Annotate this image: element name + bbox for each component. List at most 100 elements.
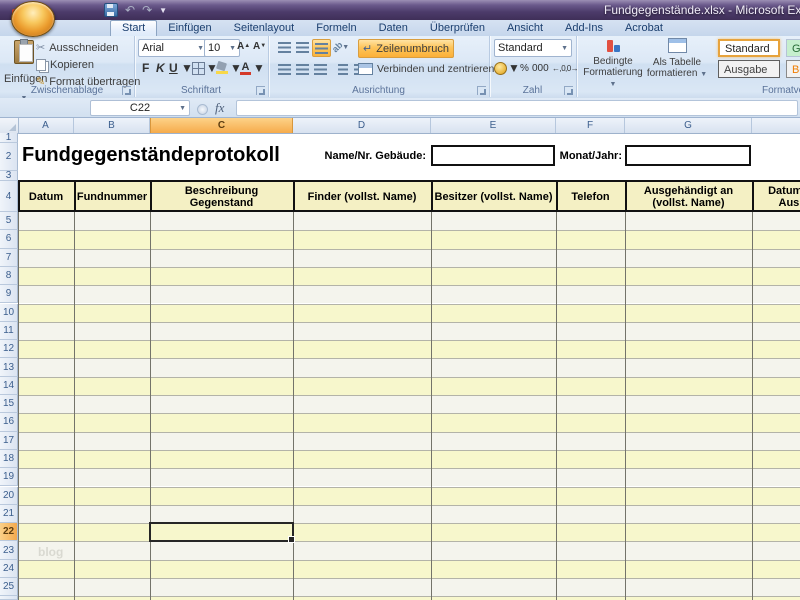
cell-G12[interactable] (625, 340, 752, 358)
cell-G4[interactable] (625, 181, 752, 212)
cell-E10[interactable] (431, 304, 556, 322)
cell-G23[interactable] (625, 541, 752, 559)
cell-A12[interactable] (18, 340, 74, 358)
cell-D5[interactable] (293, 212, 431, 230)
undo-icon[interactable]: ↶ (125, 4, 135, 16)
cell-B22[interactable] (74, 523, 150, 541)
cell-E4[interactable] (431, 181, 556, 212)
row-header-7[interactable]: 7 (0, 249, 18, 267)
cell-H15[interactable] (752, 395, 800, 413)
cell-F11[interactable] (556, 322, 625, 340)
cell-E22[interactable] (431, 523, 556, 541)
cell-E20[interactable] (431, 487, 556, 505)
cell-G18[interactable] (625, 450, 752, 468)
cell-E15[interactable] (431, 395, 556, 413)
cell-H13[interactable] (752, 358, 800, 376)
column-header-H[interactable]: H (752, 118, 800, 133)
clipboard-dialog-launcher-icon[interactable] (122, 86, 131, 95)
cell-F25[interactable] (556, 578, 625, 596)
cell-D7[interactable] (293, 249, 431, 267)
cell-H22[interactable] (752, 523, 800, 541)
cell-G5[interactable] (625, 212, 752, 230)
cell-D12[interactable] (293, 340, 431, 358)
cell-G8[interactable] (625, 267, 752, 285)
cell-H5[interactable] (752, 212, 800, 230)
cell-A20[interactable] (18, 487, 74, 505)
cell-H7[interactable] (752, 249, 800, 267)
cell-G7[interactable] (625, 249, 752, 267)
underline-button[interactable]: U (169, 60, 178, 76)
cell-B11[interactable] (74, 322, 150, 340)
cell-C6[interactable] (150, 230, 293, 248)
cell-D10[interactable] (293, 304, 431, 322)
cell-A21[interactable] (18, 505, 74, 523)
office-button[interactable] (11, 1, 55, 37)
cell-E12[interactable] (431, 340, 556, 358)
cell-B20[interactable] (74, 487, 150, 505)
cell-A11[interactable] (18, 322, 74, 340)
cell-E5[interactable] (431, 212, 556, 230)
tab-daten[interactable]: Daten (368, 20, 419, 36)
row-header-17[interactable]: 17 (0, 432, 18, 450)
cell-A19[interactable] (18, 468, 74, 486)
fill-handle[interactable] (288, 536, 295, 543)
column-header-A[interactable]: A (18, 118, 74, 133)
cell-E25[interactable] (431, 578, 556, 596)
cell-C19[interactable] (150, 468, 293, 486)
cell-style-standard[interactable]: Standard (718, 39, 780, 57)
row-header-15[interactable]: 15 (0, 395, 18, 413)
cell-D9[interactable] (293, 285, 431, 303)
cell-D25[interactable] (293, 578, 431, 596)
cell-A6[interactable] (18, 230, 74, 248)
align-left-button[interactable] (276, 61, 293, 77)
cell-H11[interactable] (752, 322, 800, 340)
cell-D22[interactable] (293, 523, 431, 541)
cell-C24[interactable] (150, 560, 293, 578)
cell-G20[interactable] (625, 487, 752, 505)
cell-B14[interactable] (74, 377, 150, 395)
row-header-13[interactable]: 13 (0, 358, 18, 376)
cell-G10[interactable] (625, 304, 752, 322)
cell-H12[interactable] (752, 340, 800, 358)
cell-B23[interactable] (74, 541, 150, 559)
cut-button[interactable]: ✂ Ausschneiden (34, 40, 120, 55)
accounting-format-icon[interactable] (494, 60, 507, 76)
cell-B6[interactable] (74, 230, 150, 248)
cell-D11[interactable] (293, 322, 431, 340)
cell-C10[interactable] (150, 304, 293, 322)
cell-C18[interactable] (150, 450, 293, 468)
column-header-E[interactable]: E (431, 118, 556, 133)
cell-D24[interactable] (293, 560, 431, 578)
cell-H16[interactable] (752, 413, 800, 431)
cell-style-gut[interactable]: Gut (786, 39, 800, 57)
cell-B13[interactable] (74, 358, 150, 376)
cell-H8[interactable] (752, 267, 800, 285)
cell-F20[interactable] (556, 487, 625, 505)
cell-G6[interactable] (625, 230, 752, 248)
align-center-button[interactable] (294, 61, 311, 77)
cell-H14[interactable] (752, 377, 800, 395)
row-header-14[interactable]: 14 (0, 377, 18, 395)
cell-D15[interactable] (293, 395, 431, 413)
cell-G25[interactable] (625, 578, 752, 596)
column-header-B[interactable]: B (74, 118, 150, 133)
row-header-21[interactable]: 21 (0, 505, 18, 523)
cell-F14[interactable] (556, 377, 625, 395)
cell-D20[interactable] (293, 487, 431, 505)
cell-D23[interactable] (293, 541, 431, 559)
cell-C21[interactable] (150, 505, 293, 523)
cell-E14[interactable] (431, 377, 556, 395)
cell-B9[interactable] (74, 285, 150, 303)
cell-C23[interactable] (150, 541, 293, 559)
alignment-dialog-launcher-icon[interactable] (477, 86, 486, 95)
cell-D14[interactable] (293, 377, 431, 395)
cell-H18[interactable] (752, 450, 800, 468)
cell-H21[interactable] (752, 505, 800, 523)
cell-B4[interactable] (74, 181, 150, 212)
bold-button[interactable]: F (142, 60, 149, 76)
cell-E13[interactable] (431, 358, 556, 376)
column-header-F[interactable]: F (556, 118, 625, 133)
cell-B12[interactable] (74, 340, 150, 358)
cell-D16[interactable] (293, 413, 431, 431)
cell-B25[interactable] (74, 578, 150, 596)
